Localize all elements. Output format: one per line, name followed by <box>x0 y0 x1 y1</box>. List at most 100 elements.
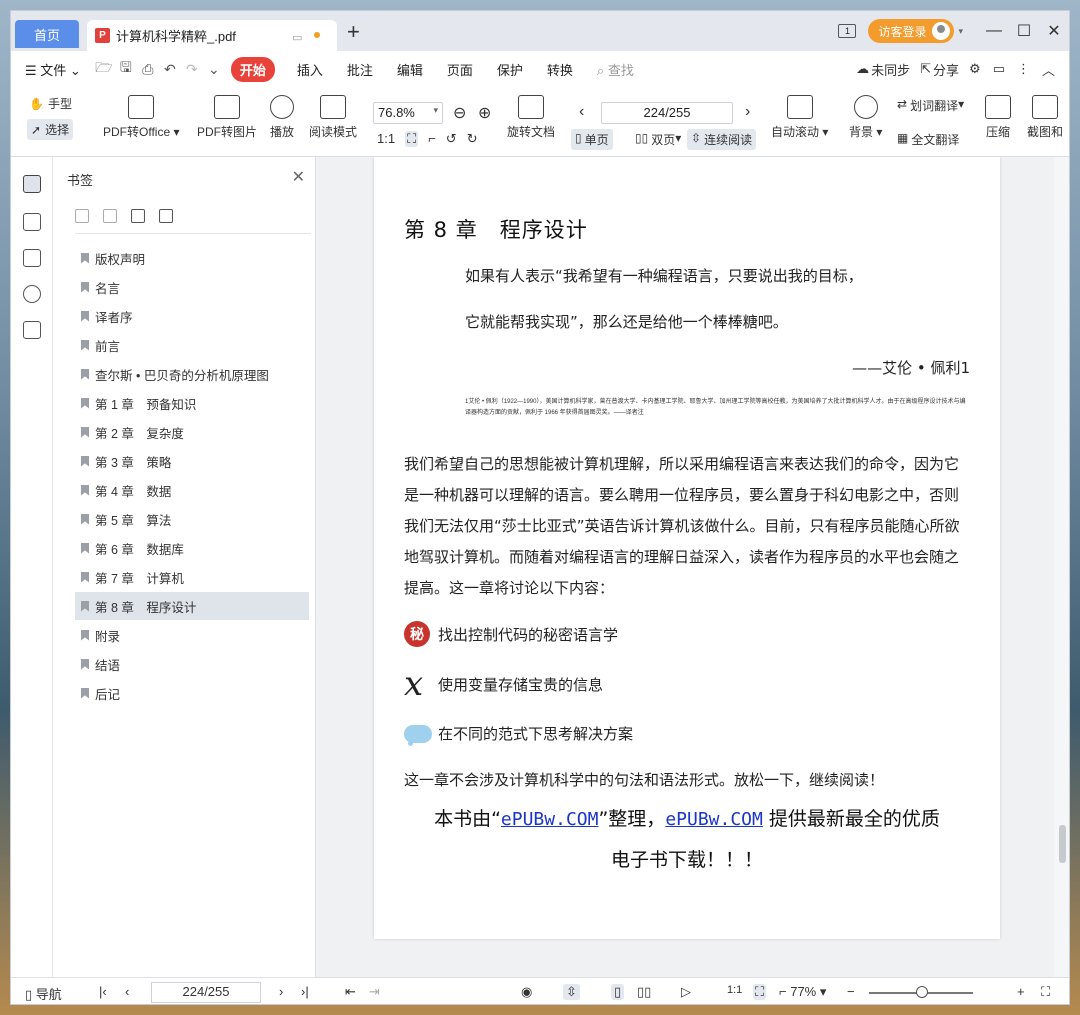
thumbnail-panel-icon[interactable] <box>23 213 41 231</box>
redo-icon[interactable]: ↷ <box>181 61 203 78</box>
expand-bookmark-icon[interactable] <box>131 209 145 223</box>
promo-link[interactable]: ePUBw.COM <box>665 809 763 830</box>
promo-link[interactable]: ePUBw.COM <box>501 809 599 830</box>
bookmark-item[interactable]: 版权声明 <box>75 244 309 272</box>
bookmark-icon[interactable] <box>159 209 173 223</box>
tab-home[interactable]: 首页 <box>15 20 79 48</box>
bookmark-panel-icon[interactable] <box>23 175 41 193</box>
bookmark-item[interactable]: 第 6 章 数据库 <box>75 534 309 562</box>
minimize-button[interactable]: — <box>979 22 1009 40</box>
rotate-right-icon[interactable]: ↻ <box>467 131 478 147</box>
zoom-out-icon[interactable]: ⊖ <box>453 103 466 123</box>
add-child-bookmark-icon[interactable] <box>103 209 117 223</box>
close-icon[interactable]: ✕ <box>292 167 305 187</box>
screenshot-button[interactable]: 截图和 <box>1025 95 1065 140</box>
double-page-icon[interactable]: ▯▯ <box>637 984 651 1000</box>
prev-page-icon[interactable]: ‹ <box>125 984 129 999</box>
menu-insert[interactable]: 插入 <box>285 60 335 79</box>
page-input[interactable]: 224/255 <box>601 102 733 124</box>
add-bookmark-icon[interactable] <box>75 209 89 223</box>
menu-convert[interactable]: 转换 <box>535 60 585 79</box>
word-translate-button[interactable]: ⇄ 划词翻译 ▾ <box>897 97 964 114</box>
pdf-to-image-button[interactable]: PDF转图片 <box>197 95 257 140</box>
fullscreen-icon[interactable]: ⛶ <box>1041 984 1050 1000</box>
actual-size-icon[interactable]: 1:1 <box>727 984 742 996</box>
play-button[interactable]: 播放 <box>270 95 294 140</box>
save-icon[interactable]: 🖫 <box>115 57 137 81</box>
continuous-icon[interactable]: ⇳ <box>563 984 580 1000</box>
menu-start[interactable]: 开始 <box>230 56 275 82</box>
settings-icon[interactable]: ⚙ <box>969 61 981 77</box>
bookmark-item[interactable]: 第 7 章 计算机 <box>75 563 309 591</box>
actual-size-icon[interactable]: 1:1 <box>377 131 395 147</box>
menu-edit[interactable]: 编辑 <box>385 60 435 79</box>
zoom-out-icon[interactable]: − <box>847 984 855 999</box>
open-icon[interactable]: 🗁 <box>93 57 115 81</box>
signature-icon[interactable] <box>23 321 41 339</box>
autoscroll-button[interactable]: 自动滚动 ▾ <box>771 95 828 140</box>
zoom-in-icon[interactable]: ⊕ <box>478 103 491 123</box>
login-button[interactable]: 访客登录 <box>868 19 955 43</box>
bookmark-item[interactable]: 第 8 章 程序设计 <box>75 592 309 620</box>
bookmark-item[interactable]: 结语 <box>75 650 309 678</box>
rotate-left-icon[interactable]: ↺ <box>446 131 457 147</box>
read-mode-button[interactable]: 阅读模式 <box>309 95 357 140</box>
more-icon[interactable]: ⋮ <box>1017 61 1030 77</box>
close-button[interactable]: ✕ <box>1039 21 1069 41</box>
search-box[interactable]: ⌕ 查找 <box>585 60 646 79</box>
bookmark-item[interactable]: 译者序 <box>75 302 309 330</box>
forward-icon[interactable]: ⇥ <box>369 984 380 1000</box>
play-icon[interactable]: ▷ <box>681 984 691 1000</box>
vertical-scrollbar[interactable] <box>1054 157 1069 977</box>
unsync-label[interactable]: 未同步 <box>871 60 910 79</box>
menu-protect[interactable]: 保护 <box>485 60 535 79</box>
monitor-icon[interactable]: ▭ <box>292 31 302 44</box>
bookmark-item[interactable]: 第 5 章 算法 <box>75 505 309 533</box>
comment-icon[interactable]: ▭ <box>993 61 1005 77</box>
bookmark-item[interactable]: 第 2 章 复杂度 <box>75 418 309 446</box>
undo-icon[interactable]: ↶ <box>159 61 181 78</box>
bookmark-item[interactable]: 前言 <box>75 331 309 359</box>
tab-document[interactable]: P 计算机科学精粹_.pdf ▭ <box>87 20 337 51</box>
zoom-select[interactable]: 76.8% ▾ <box>373 102 443 124</box>
fit-page-icon[interactable]: ⛶ <box>405 131 419 147</box>
zoom-in-icon[interactable]: + <box>1017 984 1025 999</box>
print-icon[interactable]: ⎙ <box>137 61 159 78</box>
bookmark-item[interactable]: 后记 <box>75 679 309 707</box>
cloud-sync-icon[interactable]: ☁ <box>856 61 869 77</box>
collapse-icon[interactable]: ︿ <box>1042 60 1055 79</box>
bookmark-item[interactable]: 第 3 章 策略 <box>75 447 309 475</box>
bookmark-item[interactable]: 名言 <box>75 273 309 301</box>
single-page-icon[interactable]: ▯ <box>611 984 625 1000</box>
window-layout-icon[interactable]: 1 <box>838 24 857 38</box>
single-page-button[interactable]: ▯ 单页 <box>571 129 613 150</box>
next-page-icon[interactable]: › <box>745 103 750 121</box>
nav-toggle[interactable]: ▯ 导航 <box>25 984 62 1003</box>
continuous-button[interactable]: ⇳ 连续阅读 <box>687 129 757 150</box>
rotate-doc-button[interactable]: 旋转文档 <box>507 95 555 140</box>
full-translate-button[interactable]: ▦ 全文翻译 <box>897 131 959 148</box>
zoom-slider-knob[interactable] <box>916 986 928 998</box>
prev-page-icon[interactable]: ‹ <box>579 103 584 121</box>
status-page-input[interactable]: 224/255 <box>151 982 261 1003</box>
pdf-to-office-button[interactable]: PDF转Office ▾ <box>103 95 180 140</box>
last-page-icon[interactable]: ›| <box>301 984 309 999</box>
hand-tool[interactable]: ✋ 手型 <box>29 95 72 112</box>
background-button[interactable]: 背景 ▾ <box>849 95 882 140</box>
share-label[interactable]: 分享 <box>933 60 959 79</box>
scrollbar-thumb[interactable] <box>1059 825 1066 863</box>
more-chevron-icon[interactable]: ⌄ <box>203 61 225 78</box>
fit-width-icon[interactable]: ⌐ <box>428 131 436 147</box>
zoom-slider[interactable] <box>869 986 973 998</box>
bookmark-item[interactable]: 第 4 章 数据 <box>75 476 309 504</box>
file-menu[interactable]: ☰ 文件 ⌄ <box>11 60 93 79</box>
menu-annotate[interactable]: 批注 <box>335 60 385 79</box>
bookmark-item[interactable]: 附录 <box>75 621 309 649</box>
first-page-icon[interactable]: |‹ <box>99 984 107 999</box>
compress-button[interactable]: 压缩 <box>985 95 1011 140</box>
share-icon[interactable]: ⇱ <box>920 61 931 77</box>
zoom-select[interactable]: ⌐ 77% ▾ <box>779 984 826 1000</box>
bookmark-item[interactable]: 查尔斯 • 巴贝奇的分析机原理图 <box>75 360 309 388</box>
new-tab-button[interactable]: + <box>347 21 360 43</box>
next-page-icon[interactable]: › <box>279 984 283 999</box>
